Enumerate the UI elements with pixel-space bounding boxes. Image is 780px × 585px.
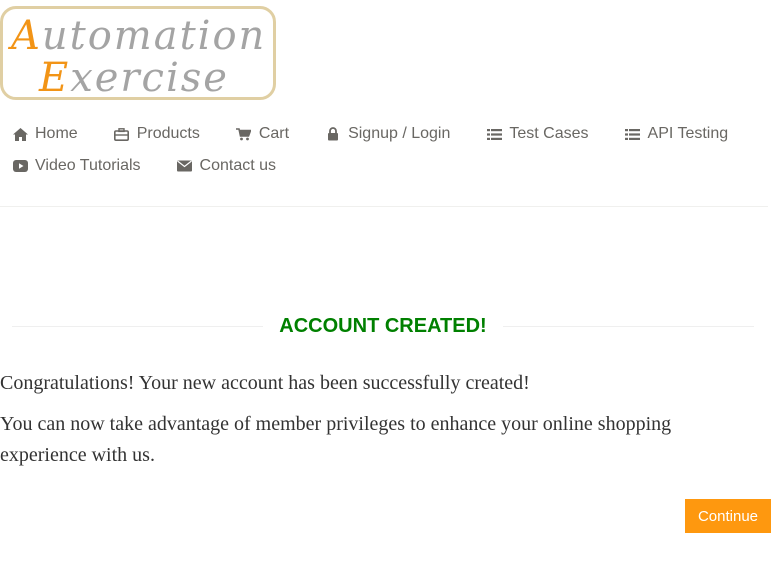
youtube-play-icon [12,158,28,174]
logo-text-exercise: xercise [70,55,229,100]
nav-label-cart: Cart [258,125,290,142]
title-divider-right [502,325,754,327]
main-nav: Home Products Cart Signup / Login Test C… [12,118,752,182]
logo-cap-a: A [11,13,42,59]
header-divider [0,206,768,207]
logo-text-automation: utomation [41,13,267,59]
title-divider-left [12,325,264,327]
nav-item-video-tutorials[interactable]: Video Tutorials [12,157,141,175]
page: Automation Exercise Home Products Cart S… [0,0,780,585]
nav-item-test-cases[interactable]: Test Cases [486,125,589,143]
success-message: Congratulations! Your new account has be… [0,372,530,394]
nav-label-api-testing: API Testing [647,125,729,142]
briefcase-icon [114,126,130,142]
envelope-icon [177,158,193,174]
nav-item-products[interactable]: Products [114,125,200,143]
nav-row-1: Home Products Cart Signup / Login Test C… [12,118,752,150]
list-icon [486,126,502,142]
nav-item-signup-login[interactable]: Signup / Login [325,125,450,143]
page-title: ACCOUNT CREATED! [279,314,487,337]
title-section: ACCOUNT CREATED! [12,312,754,340]
logo-line-1: Automation [11,13,266,59]
nav-item-cart[interactable]: Cart [236,125,289,143]
nav-label-products: Products [136,125,200,142]
nav-item-home[interactable]: Home [12,125,78,143]
list-icon [625,126,641,142]
logo-cap-e: E [39,55,71,100]
nav-label-test-cases: Test Cases [509,125,589,142]
home-icon [12,126,28,142]
site-logo[interactable]: Automation Exercise [0,6,276,100]
continue-button[interactable]: Continue [685,499,771,533]
nav-item-api-testing[interactable]: API Testing [625,125,729,143]
nav-label-signup-login: Signup / Login [348,125,451,142]
logo-line-2: Exercise [39,55,229,100]
privileges-message: You can now take advantage of member pri… [0,413,672,466]
nav-label-contact-us: Contact us [199,157,277,174]
nav-row-2: Video Tutorials Contact us [12,150,752,182]
nav-label-video-tutorials: Video Tutorials [35,157,141,174]
nav-label-home: Home [35,125,78,142]
nav-item-contact-us[interactable]: Contact us [177,157,276,175]
lock-icon [325,126,341,142]
cart-icon [236,126,252,142]
